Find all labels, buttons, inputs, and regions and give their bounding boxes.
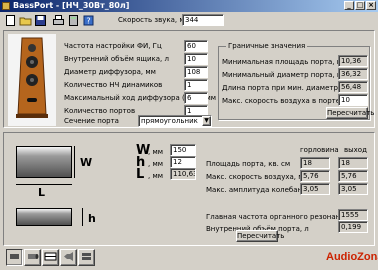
dim-l-letter: L: [136, 167, 145, 182]
param-label: Диаметр диффузора, мм: [64, 68, 156, 76]
cone-diameter-input[interactable]: 108: [184, 66, 208, 78]
window-title: BassPort - [НЧ_30Вт_80л]: [13, 1, 130, 10]
svg-text:?: ?: [86, 17, 90, 26]
length-dimension-line: [16, 184, 72, 185]
result-label: Макс. скорость воздуха, м/с: [206, 173, 310, 181]
sound-speed-input[interactable]: 344: [182, 14, 224, 26]
maximize-button[interactable]: □: [355, 1, 365, 10]
save-icon[interactable]: [34, 14, 47, 27]
min-port-area-value: 10,36: [338, 55, 368, 67]
dim-h-unit: , мм: [148, 160, 164, 168]
col-throat-header: горловина: [300, 146, 339, 154]
param-label: Внутренний объём ящика, л: [64, 55, 169, 63]
port-section-select[interactable]: прямоугольник: [138, 115, 212, 127]
port-section-label: Сечение порта: [64, 117, 119, 125]
port-section-value: прямоугольник: [141, 117, 198, 125]
width-dimension-line: [74, 146, 75, 178]
resonance-recalc-button[interactable]: Пересчитать: [236, 230, 284, 242]
box-volume-input[interactable]: 10: [184, 53, 208, 65]
rect-port-tool-button[interactable]: [6, 249, 23, 266]
result-label: Площадь порта, кв. см: [206, 160, 291, 168]
area-throat-value: 18: [300, 157, 330, 169]
diagram-w-label: W: [80, 156, 93, 169]
sound-speed-label: Скорость звука, м/с: [118, 16, 191, 24]
area-outlet-value: 18: [338, 157, 368, 169]
diagram-l-label: L: [38, 186, 46, 199]
min-port-diameter-value: 36,32: [338, 68, 368, 80]
cone-excursion-input[interactable]: 6: [184, 92, 208, 104]
help-icon[interactable]: ?: [82, 14, 95, 27]
chevron-down-icon[interactable]: ▼: [202, 116, 211, 126]
limits-title: Граничные значения: [226, 42, 308, 50]
param-label: Частота настройки ФИ, Гц: [64, 42, 162, 50]
open-folder-icon[interactable]: [19, 14, 32, 27]
driver-count-input[interactable]: 1: [184, 79, 208, 91]
flared-port-icon: [64, 252, 73, 261]
limits-recalc-button[interactable]: Пересчитать: [326, 107, 374, 119]
port-length-value: 56,48: [338, 81, 368, 93]
port-length-output: 110,63: [170, 168, 196, 180]
param-label: Количество НЧ динамиков: [64, 81, 163, 89]
new-file-icon[interactable]: [4, 14, 17, 27]
tuning-frequency-input[interactable]: 60: [184, 40, 208, 52]
speed-throat-value: 5,76: [300, 170, 330, 182]
slot-port-icon: [44, 252, 57, 261]
limit-label: Длина порта при мин. диаметре, мм: [222, 84, 358, 92]
minimize-button[interactable]: _: [344, 1, 354, 10]
max-air-speed-input[interactable]: 10: [338, 94, 368, 106]
print-icon[interactable]: [52, 14, 65, 27]
col-outlet-header: выход: [344, 146, 367, 154]
close-button[interactable]: ×: [366, 1, 376, 10]
round-port-tool-button[interactable]: [24, 249, 41, 266]
port-volume-value: 0,199: [338, 221, 368, 233]
dim-w-unit: , мм: [148, 148, 164, 156]
speaker-cabinet-image: [8, 34, 56, 126]
double-port-tool-button[interactable]: [78, 249, 95, 266]
amplitude-outlet-value: 3,05: [338, 183, 368, 195]
port-width-input[interactable]: 150: [170, 144, 196, 156]
double-port-icon: [82, 253, 91, 260]
param-label: Количество портов: [64, 107, 136, 115]
watermark-logo: AudioZona: [326, 251, 378, 263]
diagram-h-label: h: [88, 212, 96, 225]
port-rectangle-side: [16, 208, 72, 226]
dim-l-unit: , мм: [148, 172, 164, 180]
app-icon: [2, 2, 10, 10]
speed-outlet-value: 5,76: [338, 170, 368, 182]
amplitude-throat-value: 3,05: [300, 183, 330, 195]
calculator-icon[interactable]: [67, 14, 80, 27]
port-height-input[interactable]: 12: [170, 156, 196, 168]
height-dimension-line: [82, 208, 83, 226]
limit-label: Макс. скорость воздуха в порте, м/с: [222, 97, 356, 105]
resonance-frequency-value: 1555: [338, 209, 368, 221]
rect-port-icon: [10, 254, 19, 259]
port-rectangle-wide: [16, 146, 72, 178]
slot-port-tool-button[interactable]: [42, 249, 59, 266]
limit-label: Минимальный диаметр порта, мм: [222, 71, 348, 79]
round-port-icon: [28, 254, 39, 259]
flared-port-tool-button[interactable]: [60, 249, 77, 266]
